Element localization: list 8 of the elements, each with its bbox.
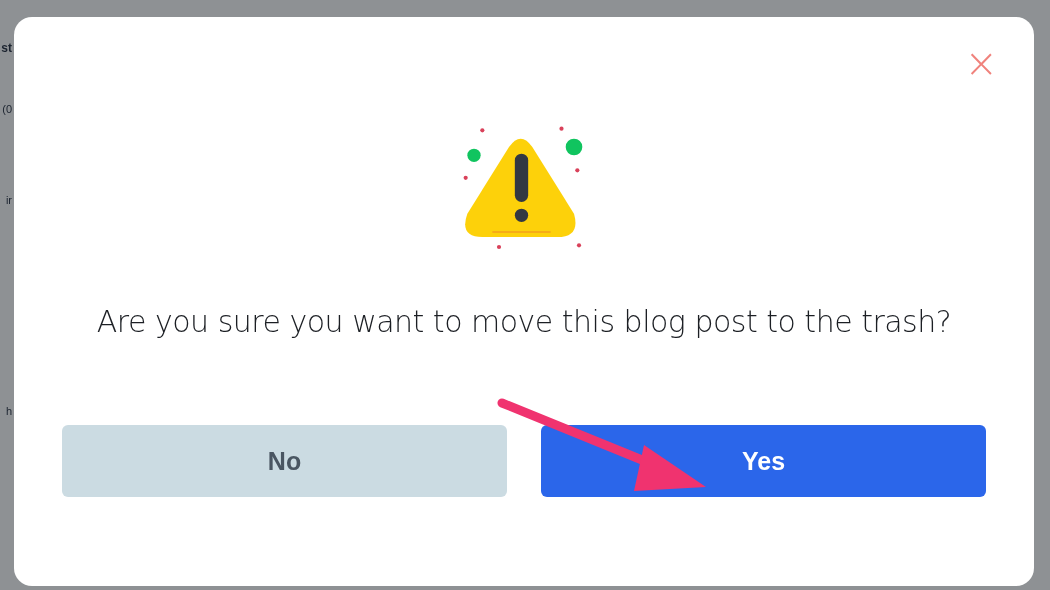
dialog-button[interactable]: Yes bbox=[541, 425, 986, 497]
page-text-fragment: h bbox=[5, 406, 12, 417]
close-button[interactable]: × bbox=[964, 43, 998, 83]
confirmation-message: Are you sure you want to move this blog post to the trash? bbox=[96, 304, 952, 339]
dialog-button[interactable]: No bbox=[62, 425, 507, 497]
page-text-fragment: (0 bbox=[2, 104, 12, 115]
page-text-fragment: st bbox=[1, 42, 12, 54]
page-text-fragment: ir bbox=[5, 195, 12, 206]
